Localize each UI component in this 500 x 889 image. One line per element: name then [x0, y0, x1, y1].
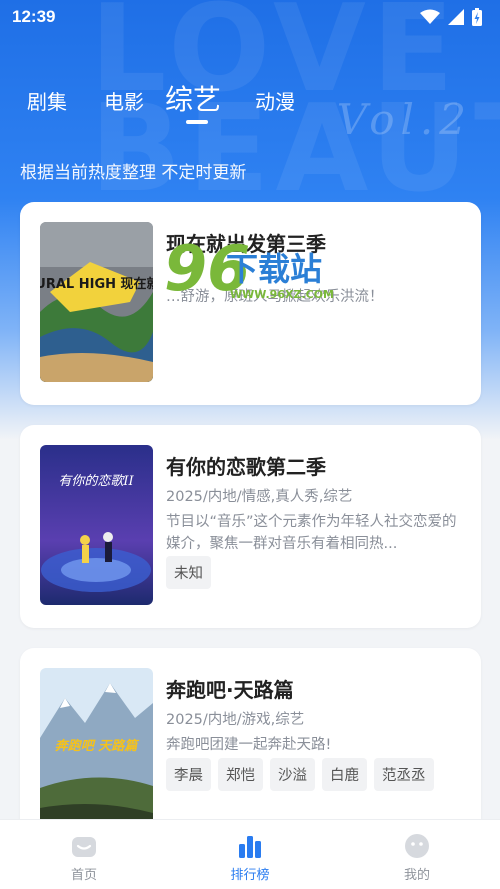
nav-home[interactable]: 首页 [34, 820, 134, 889]
tag-chip[interactable]: 沙溢 [270, 758, 315, 791]
poster-image: 有你的恋歌II [40, 445, 153, 605]
home-icon [72, 837, 96, 857]
signal-icon [448, 9, 464, 25]
tag-chip[interactable]: 白鹿 [322, 758, 367, 791]
tag-chip[interactable]: 郑恺 [218, 758, 263, 791]
card-title: 有你的恋歌第二季 [166, 455, 326, 479]
watermark-logo: 96 下载站 WWW.96XZ.COM [164, 238, 344, 308]
poster-image: 奔跑吧 天路篇 [40, 668, 153, 828]
tag-chip[interactable]: 范丞丞 [374, 758, 434, 791]
tab-series[interactable]: 剧集 [27, 86, 67, 115]
card-description: 奔跑吧团建一起奔赴天路! [166, 737, 332, 753]
ranking-subtitle: 根据当前热度整理 不定时更新 [20, 163, 247, 183]
status-time: 12:39 [12, 7, 56, 26]
nav-ranking[interactable]: 排行榜 [200, 820, 300, 889]
card-tags: 李晨 郑恺 沙溢 白鹿 范丞丞 [166, 758, 434, 791]
nav-profile-label: 我的 [403, 868, 430, 883]
watermark-text: 下载站 [226, 250, 323, 288]
card-meta: 2025/内地/情感,真人秀,综艺 [166, 489, 353, 505]
poster-caption: NATURAL HIGH 现在就出发 [40, 276, 153, 292]
card-title: 奔跑吧·天路篇 [166, 678, 294, 702]
tag-chip[interactable]: 未知 [166, 556, 211, 589]
poster-caption: 有你的恋歌II [58, 473, 134, 489]
card-description: 节目以“音乐”这个元素作为年轻人社交恋爱的媒介，聚焦一群对音乐有着相同热... [166, 514, 457, 552]
nav-home-label: 首页 [70, 868, 97, 883]
status-icons [420, 8, 482, 26]
nav-ranking-label: 排行榜 [230, 868, 270, 883]
tag-chip[interactable]: 李晨 [166, 758, 211, 791]
status-bar: 12:39 [0, 0, 500, 34]
watermark-url: WWW.96XZ.COM [230, 288, 334, 301]
tab-variety[interactable]: 综艺 [165, 78, 221, 118]
poster-caption: 奔跑吧 天路篇 [55, 738, 140, 754]
tab-anime[interactable]: 动漫 [255, 86, 295, 115]
profile-icon [405, 834, 429, 858]
card-tags: 未知 [166, 556, 211, 589]
battery-icon [472, 8, 482, 26]
tab-active-indicator [186, 120, 208, 124]
chart-icon [239, 836, 261, 858]
category-tabs: 剧集 电影 综艺 动漫 [0, 78, 500, 128]
wifi-icon [420, 9, 440, 24]
nav-profile[interactable]: 我的 [367, 820, 467, 889]
ranking-card[interactable]: 有你的恋歌II 有你的恋歌第二季 2025/内地/情感,真人秀,综艺 节目以“音… [20, 425, 481, 628]
card-meta: 2025/内地/游戏,综艺 [166, 712, 305, 728]
tab-movies[interactable]: 电影 [104, 86, 144, 115]
bottom-navigation: 首页 排行榜 我的 [0, 819, 500, 889]
poster-image: NATURAL HIGH 现在就出发 [40, 222, 153, 382]
